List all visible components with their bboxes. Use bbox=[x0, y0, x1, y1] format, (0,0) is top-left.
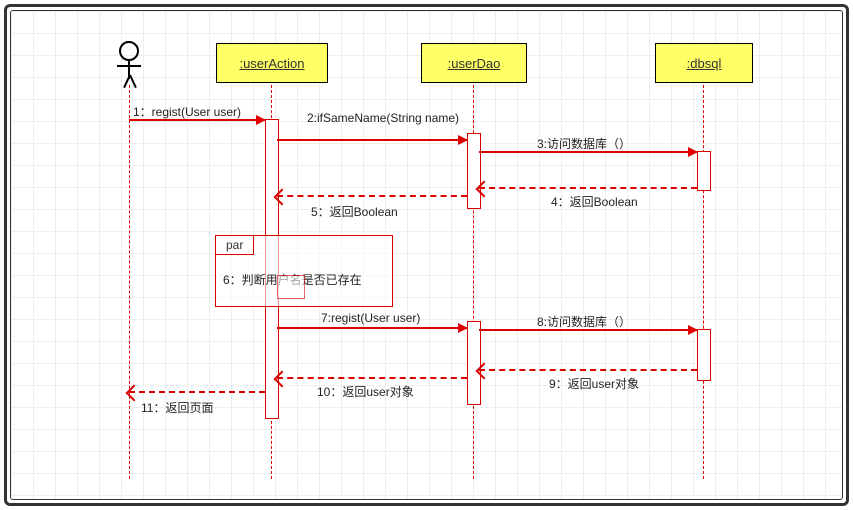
lifeline-dbsql bbox=[703, 85, 704, 479]
msg-11 bbox=[129, 391, 265, 393]
participant-dbsql: :dbsql bbox=[655, 43, 753, 83]
lifeline-actor bbox=[129, 85, 130, 479]
activation-dbsql-2 bbox=[697, 329, 711, 381]
msg-9 bbox=[479, 369, 697, 371]
msg-7 bbox=[277, 327, 467, 329]
msg-5-label: 5：返回Boolean bbox=[311, 203, 398, 220]
activation-userdao-1 bbox=[467, 133, 481, 209]
msg-2-label: 2:ifSameName(String name) bbox=[307, 111, 447, 125]
activation-dbsql-1 bbox=[697, 151, 711, 191]
participant-userdao: :userDao bbox=[421, 43, 527, 83]
diagram-frame-inner: :userAction :userDao :dbsql 1：regist(Use… bbox=[10, 10, 843, 500]
msg-4-label: 4：返回Boolean bbox=[551, 193, 638, 210]
participant-useraction: :userAction bbox=[216, 43, 328, 83]
msg-10-label: 10：返回user对象 bbox=[317, 383, 414, 400]
self-call-box bbox=[277, 275, 305, 299]
activation-userdao-2 bbox=[467, 321, 481, 405]
msg-8-label: 8:访问数据库（） bbox=[537, 313, 631, 330]
msg-1-label: 1：regist(User user) bbox=[133, 103, 241, 120]
msg-11-label: 11：返回页面 bbox=[141, 399, 213, 416]
msg-10 bbox=[277, 377, 467, 379]
diagram-frame-outer: :userAction :userDao :dbsql 1：regist(Use… bbox=[4, 4, 849, 506]
msg-5 bbox=[277, 195, 467, 197]
fragment-par-tag: par bbox=[216, 236, 254, 255]
msg-4 bbox=[479, 187, 697, 189]
msg-2 bbox=[277, 139, 467, 141]
msg-7-label: 7:regist(User user) bbox=[321, 311, 420, 325]
actor-user bbox=[111, 41, 147, 79]
msg-9-label: 9：返回user对象 bbox=[549, 375, 639, 392]
msg-3-label: 3:访问数据库（） bbox=[537, 135, 631, 152]
